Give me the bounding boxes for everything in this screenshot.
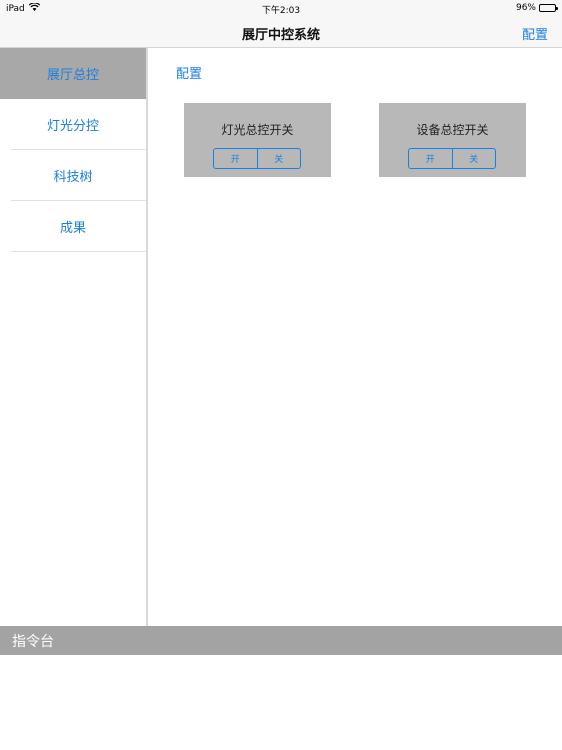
battery-icon [539,4,558,12]
light-master-switch-card: 灯光总控开关 开 关 [184,103,331,177]
sidebar: 展厅总控 灯光分控 科技树 成果 [0,48,148,626]
card-title: 设备总控开关 [416,123,489,137]
device-master-switch-card: 设备总控开关 开 关 [379,103,526,177]
config-button[interactable]: 配置 [522,24,548,43]
light-on-button[interactable]: 开 [214,149,257,168]
status-right: 96% [515,3,558,13]
console-header: 指令台 [0,626,562,655]
battery-percent: 96% [515,3,536,13]
sidebar-item-achievements[interactable]: 成果 [0,201,146,252]
page-title: 展厅中控系统 [241,28,320,43]
device-on-button[interactable]: 开 [409,149,452,168]
status-bar: iPad 下午2:03 96% [0,0,562,16]
sidebar-item-label: 展厅总控 [46,68,99,83]
console-title: 指令台 [12,634,54,650]
device-master-segmented-control: 开 关 [408,148,496,169]
console-output-area[interactable] [0,655,562,750]
sidebar-item-label: 灯光分控 [46,119,99,134]
sidebar-item-label: 成果 [59,221,86,236]
status-time: 下午2:03 [261,6,301,16]
main-content: 配置 灯光总控开关 开 关 设备总控开关 开 关 [150,48,562,626]
ipad-screen: iPad 下午2:03 96% 展厅中控系统 配置 展厅总控 灯光分控 科技树 … [0,0,562,750]
sidebar-item-light-control[interactable]: 灯光分控 [0,99,146,150]
card-title: 灯光总控开关 [221,123,294,137]
config-link[interactable]: 配置 [176,63,202,82]
sidebar-item-tech-tree[interactable]: 科技树 [0,150,146,201]
light-master-segmented-control: 开 关 [213,148,301,169]
sidebar-item-exhibition-master[interactable]: 展厅总控 [0,48,146,99]
navigation-bar: 展厅中控系统 配置 [0,16,562,48]
sidebar-item-label: 科技树 [53,170,93,185]
light-off-button[interactable]: 关 [256,149,301,168]
device-off-button[interactable]: 关 [451,149,496,168]
